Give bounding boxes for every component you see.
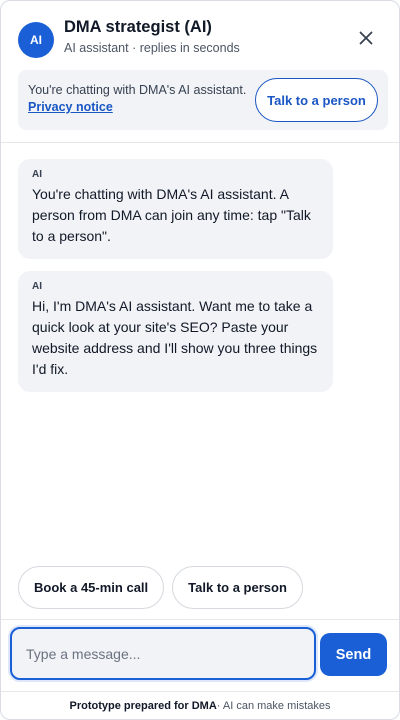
message-list[interactable]: AI You're chatting with DMA's AI assista… [1, 144, 399, 554]
message-sender: AI [32, 281, 42, 292]
chat-subtitle: AI assistant · replies in seconds [64, 41, 240, 55]
chat-title: DMA strategist (AI) [64, 18, 212, 36]
close-icon [359, 31, 373, 45]
footer: Prototype prepared for DMA · AI can make… [1, 691, 399, 719]
message-sender: AI [32, 169, 42, 180]
message-text: You're chatting with DMA's AI assistant.… [32, 186, 311, 244]
chat-widget: AI DMA strategist (AI) AI assistant · re… [0, 0, 400, 720]
avatar: AI [18, 22, 54, 58]
composer: Send [1, 619, 399, 691]
message-input[interactable] [10, 627, 316, 680]
message-bubble: AI You're chatting with DMA's AI assista… [18, 159, 333, 259]
send-button[interactable]: Send [320, 633, 387, 676]
notice-text: You're chatting with DMA's AI assistant. [28, 83, 247, 97]
message-text: Hi, I'm DMA's AI assistant. Want me to t… [32, 298, 318, 377]
message-bubble: AI Hi, I'm DMA's AI assistant. Want me t… [18, 271, 333, 392]
chat-header: AI DMA strategist (AI) AI assistant · re… [1, 1, 399, 143]
footer-credit: Prototype prepared for DMA [69, 699, 217, 712]
quick-replies: Book a 45-min call Talk to a person [18, 566, 303, 610]
close-button[interactable] [351, 23, 381, 53]
quick-reply-talk-to-person[interactable]: Talk to a person [172, 566, 303, 609]
quick-reply-book-call[interactable]: Book a 45-min call [18, 566, 165, 609]
notice-text-block: You're chatting with DMA's AI assistant.… [28, 82, 258, 116]
privacy-notice-link[interactable]: Privacy notice [28, 100, 113, 114]
ai-disclosure-notice: You're chatting with DMA's AI assistant.… [18, 70, 388, 130]
talk-to-person-button[interactable]: Talk to a person [255, 78, 378, 122]
footer-disclaimer: · AI can make mistakes [216, 699, 331, 712]
